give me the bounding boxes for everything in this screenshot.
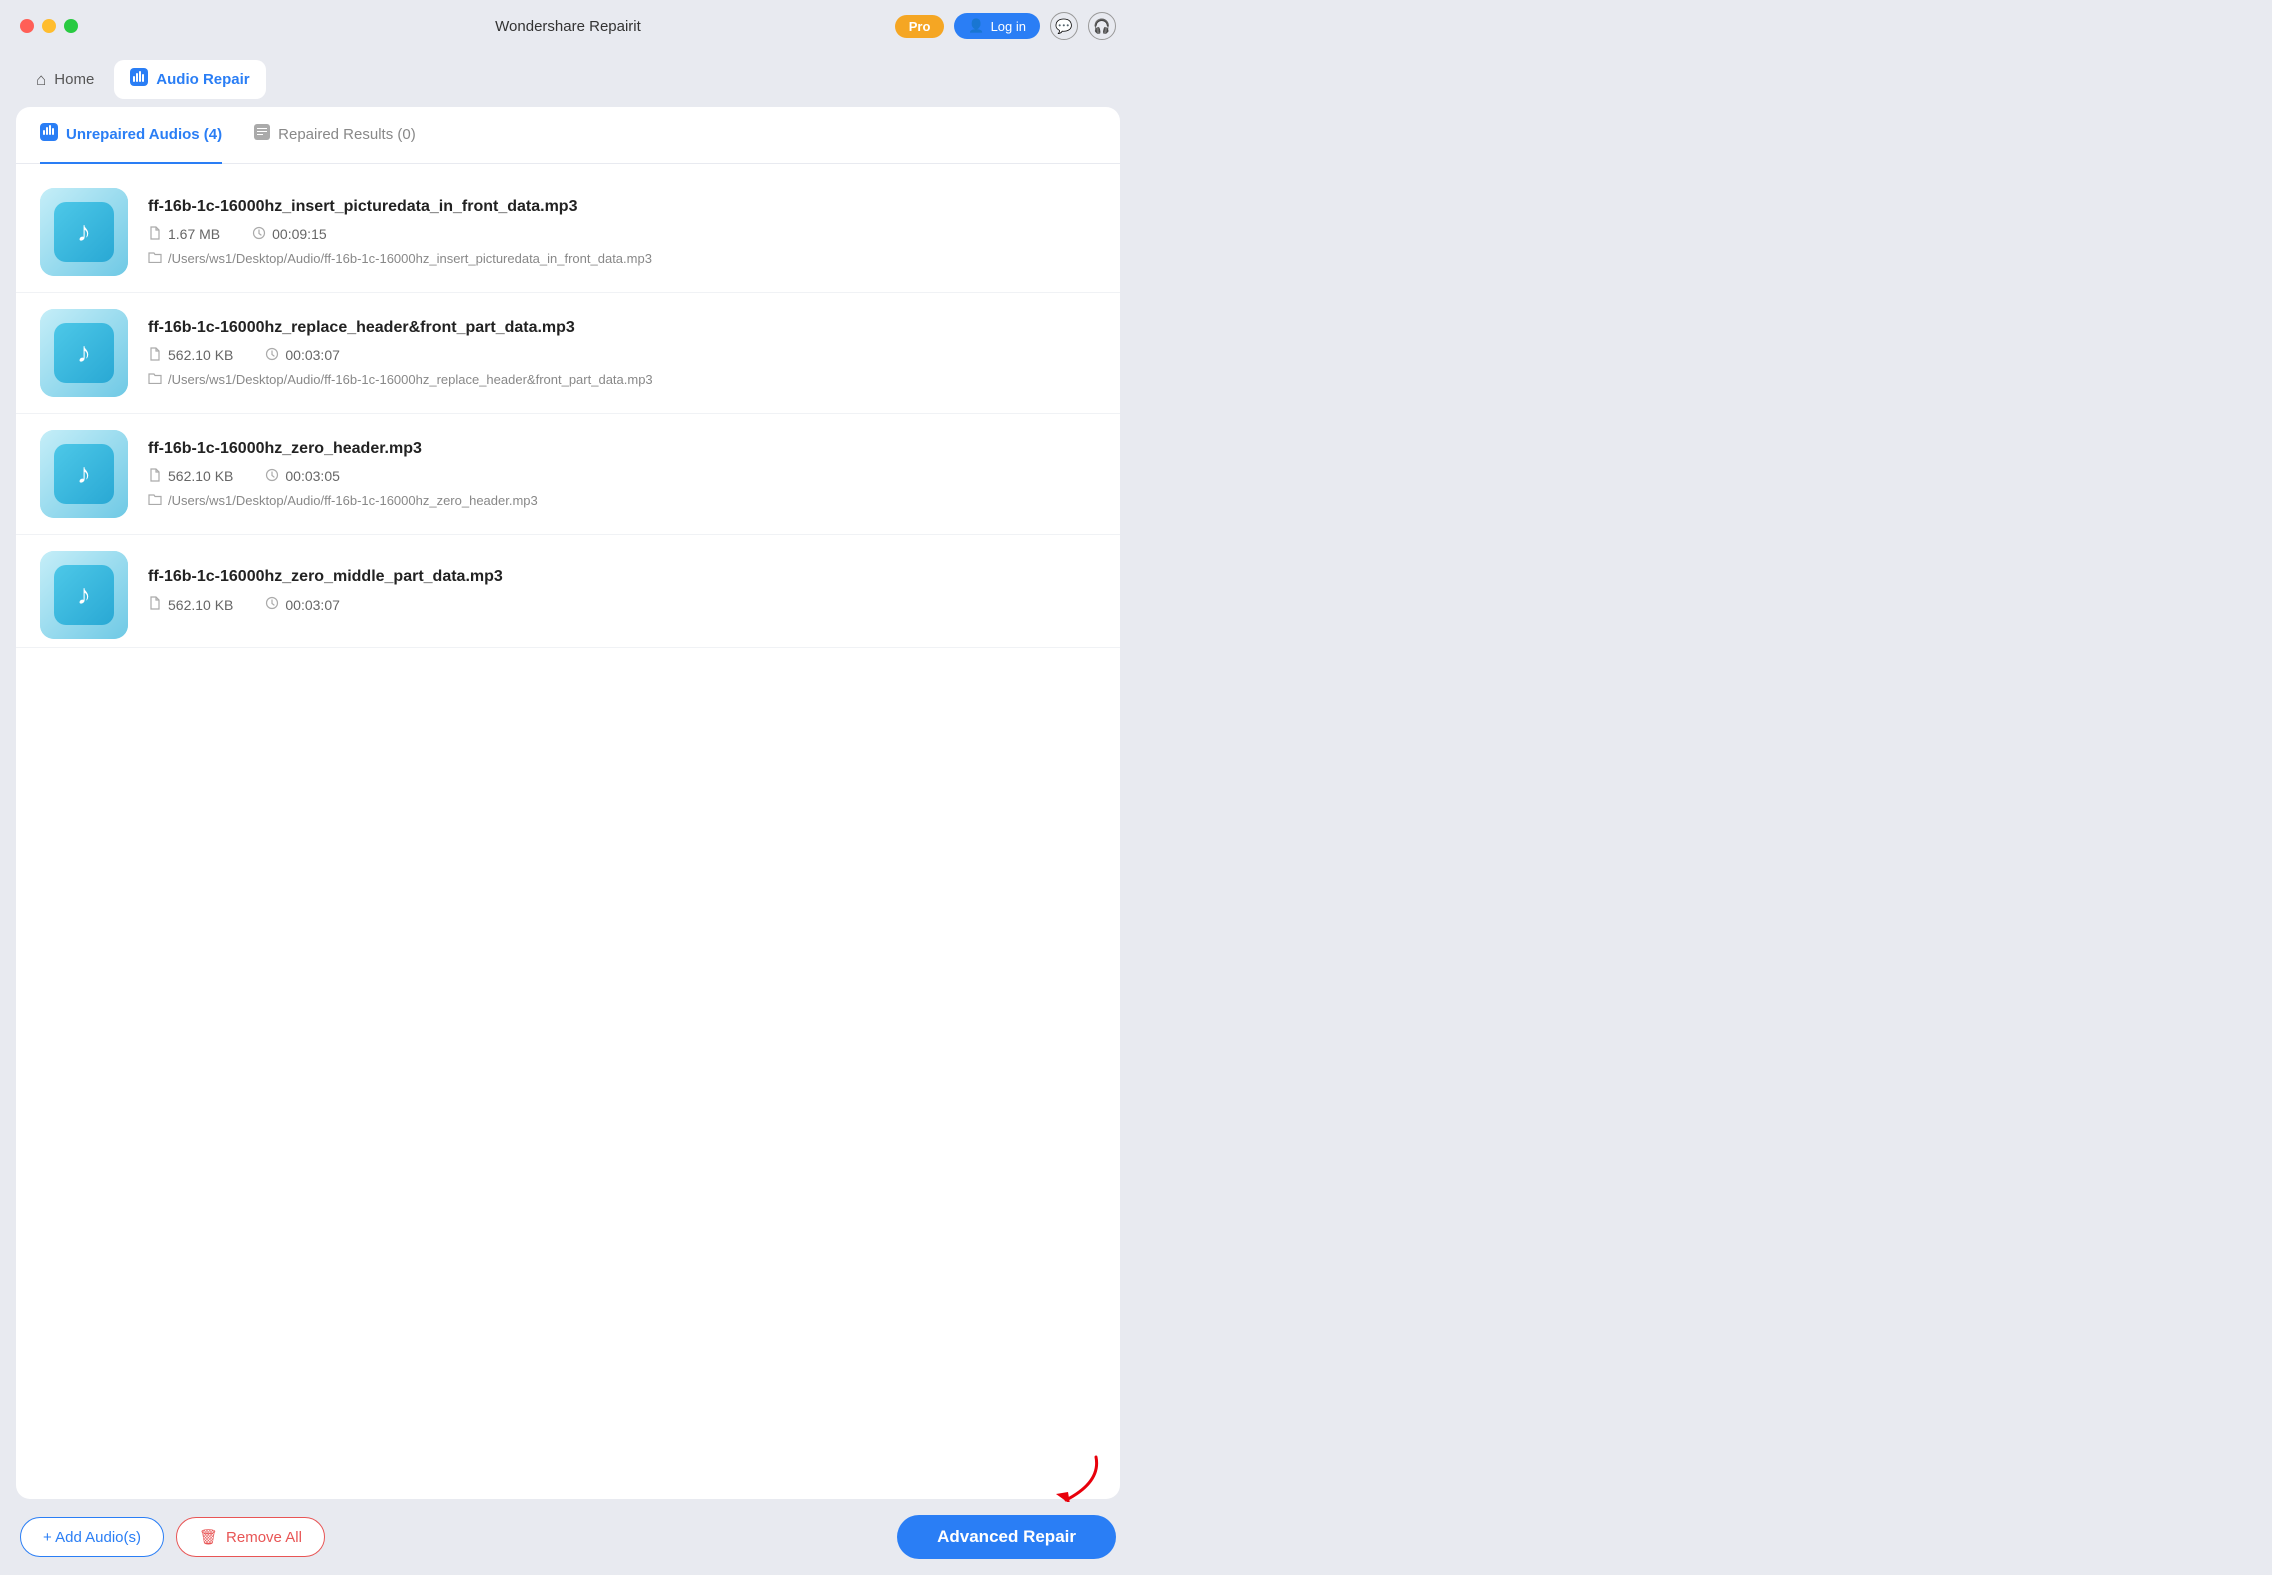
app-title: Wondershare Repairit [495,18,641,35]
file-icon [148,347,162,364]
file-meta: 562.10 KB 00:03:07 [148,347,1096,364]
file-size: 1.67 MB [148,226,220,243]
file-icon [148,596,162,613]
file-duration: 00:03:07 [265,596,340,613]
music-icon: ♪ [54,323,114,383]
sidebar-item-home[interactable]: ⌂ Home [20,62,110,98]
file-duration: 00:03:05 [265,468,340,485]
file-path: /Users/ws1/Desktop/Audio/ff-16b-1c-16000… [148,251,1096,266]
file-name: ff-16b-1c-16000hz_replace_header&front_p… [148,319,1096,337]
bottom-bar: + Add Audio(s) 🗑 Remove All Advanced Rep… [0,1499,1136,1575]
minimize-button[interactable] [42,19,56,33]
folder-icon [148,493,162,508]
remove-all-button[interactable]: 🗑 Remove All [176,1517,325,1557]
advanced-repair-container: Advanced Repair [897,1515,1116,1559]
file-name: ff-16b-1c-16000hz_zero_header.mp3 [148,440,1096,458]
file-name: ff-16b-1c-16000hz_insert_picturedata_in_… [148,198,1096,216]
music-icon: ♪ [54,444,114,504]
file-size: 562.10 KB [148,468,233,485]
list-item: ♪ ff-16b-1c-16000hz_zero_header.mp3 562.… [16,414,1120,535]
tab-repaired[interactable]: Repaired Results (0) [254,108,416,163]
file-duration: 00:09:15 [252,226,327,243]
chat-icon[interactable]: 💬 [1050,12,1078,40]
bottom-left-actions: + Add Audio(s) 🗑 Remove All [20,1517,325,1557]
titlebar-actions: Pro 👤 Log in 💬 🎧 [895,12,1116,40]
file-path: /Users/ws1/Desktop/Audio/ff-16b-1c-16000… [148,493,1096,508]
list-item: ♪ ff-16b-1c-16000hz_insert_picturedata_i… [16,172,1120,293]
file-thumbnail: ♪ [40,551,128,639]
sidebar-item-audio-repair[interactable]: Audio Repair [114,60,265,99]
headphones-icon[interactable]: 🎧 [1088,12,1116,40]
advanced-repair-button[interactable]: Advanced Repair [897,1515,1116,1559]
file-thumbnail: ♪ [40,309,128,397]
file-list: ♪ ff-16b-1c-16000hz_insert_picturedata_i… [16,164,1120,1500]
main-content: Unrepaired Audios (4) Repaired Results (… [16,107,1120,1499]
file-info: ff-16b-1c-16000hz_insert_picturedata_in_… [148,198,1096,266]
music-icon: ♪ [54,565,114,625]
add-audio-button[interactable]: + Add Audio(s) [20,1517,164,1557]
audio-repair-icon [130,68,148,91]
file-duration: 00:03:07 [265,347,340,364]
folder-icon [148,372,162,387]
file-path: /Users/ws1/Desktop/Audio/ff-16b-1c-16000… [148,372,1096,387]
music-icon: ♪ [54,202,114,262]
folder-icon [148,251,162,266]
list-item: ♪ ff-16b-1c-16000hz_replace_header&front… [16,293,1120,414]
titlebar: Wondershare Repairit Pro 👤 Log in 💬 🎧 [0,0,1136,52]
close-button[interactable] [20,19,34,33]
file-icon [148,226,162,243]
login-button[interactable]: 👤 Log in [954,13,1040,39]
file-meta: 562.10 KB 00:03:05 [148,468,1096,485]
navbar: ⌂ Home Audio Repair [0,52,1136,107]
repaired-tab-icon [254,124,270,145]
file-thumbnail: ♪ [40,430,128,518]
clock-icon [252,226,266,243]
clock-icon [265,347,279,364]
file-meta: 1.67 MB 00:09:15 [148,226,1096,243]
maximize-button[interactable] [64,19,78,33]
file-meta: 562.10 KB 00:03:07 [148,596,1096,613]
file-size: 562.10 KB [148,347,233,364]
file-thumbnail: ♪ [40,188,128,276]
tabs: Unrepaired Audios (4) Repaired Results (… [16,107,1120,164]
file-icon [148,468,162,485]
file-name: ff-16b-1c-16000hz_zero_middle_part_data.… [148,568,1096,586]
user-icon: 👤 [968,18,984,34]
tab-unrepaired[interactable]: Unrepaired Audios (4) [40,107,222,164]
home-icon: ⌂ [36,70,46,90]
pro-badge[interactable]: Pro [895,15,945,38]
file-size: 562.10 KB [148,596,233,613]
clock-icon [265,468,279,485]
file-info: ff-16b-1c-16000hz_zero_middle_part_data.… [148,568,1096,621]
clock-icon [265,596,279,613]
unrepaired-tab-icon [40,123,58,146]
file-info: ff-16b-1c-16000hz_replace_header&front_p… [148,319,1096,387]
file-info: ff-16b-1c-16000hz_zero_header.mp3 562.10… [148,440,1096,508]
window-controls [20,19,78,33]
trash-icon: 🗑 [199,1528,218,1546]
list-item: ♪ ff-16b-1c-16000hz_zero_middle_part_dat… [16,535,1120,648]
arrow-indicator [1046,1452,1106,1507]
